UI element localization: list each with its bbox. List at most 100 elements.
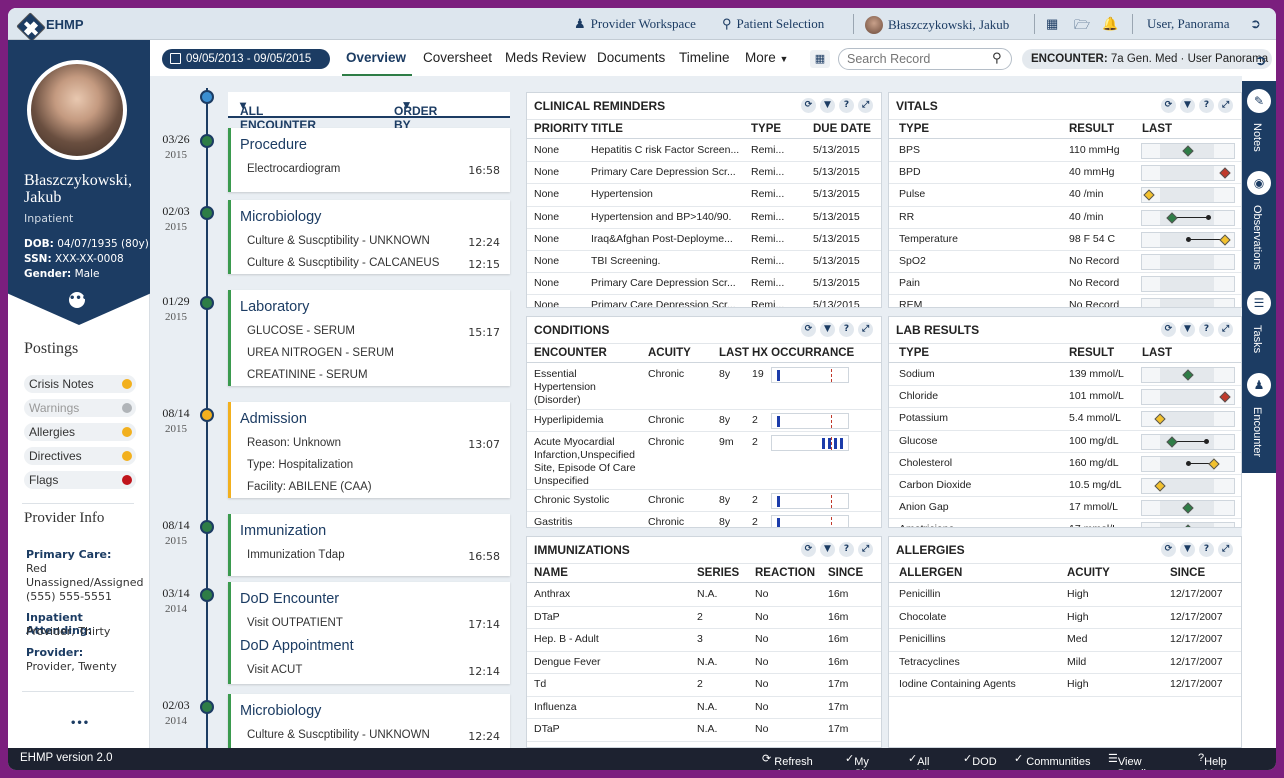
refresh-icon[interactable]: ⟳ [1161, 98, 1176, 113]
table-row[interactable]: Penicillin High 12/17/2007 [889, 584, 1241, 607]
filter-icon[interactable]: ▼ [1180, 322, 1195, 337]
expand-icon[interactable]: ⤢ [1218, 98, 1233, 113]
tab-coversheet[interactable]: Coversheet [423, 50, 492, 65]
table-row[interactable]: DTaP N.A. No 17m [527, 719, 881, 742]
table-row[interactable]: None Hepatitis C risk Factor Screen... Rem… [527, 140, 881, 163]
tab-documents[interactable]: Documents [597, 50, 665, 65]
table-row[interactable]: None Hypertension Remi... 5/13/2015 [527, 184, 881, 207]
table-row[interactable]: Anthrax N.A. No 16m [527, 584, 881, 607]
filter-icon[interactable]: ▼ [820, 98, 835, 113]
logout-button[interactable]: ➲ [1250, 16, 1261, 32]
table-row[interactable]: Chocolate High 12/17/2007 [889, 607, 1241, 629]
user-menu[interactable]: User, Panorama [1147, 16, 1230, 32]
tab-overview[interactable]: Overview [346, 50, 406, 65]
table-row[interactable]: Hyperlipidemia Chronic 8y 2 [527, 410, 881, 432]
encounter-exit-icon[interactable]: ➲ [1255, 53, 1267, 69]
help-icon[interactable]: ? [839, 322, 854, 337]
posting-warnings[interactable]: Warnings [24, 399, 136, 417]
table-row[interactable]: BPD 40 mmHg [889, 162, 1241, 185]
help-icon[interactable]: ? [1199, 322, 1214, 337]
table-row[interactable]: Essential Hypertension (Disorder) Chronic 8y… [527, 364, 881, 410]
tab-more[interactable]: More ▼ [745, 50, 788, 65]
refresh-icon[interactable]: ⟳ [1161, 542, 1176, 557]
table-row[interactable]: Dengue Fever N.A. No 16m [527, 652, 881, 674]
filter-icon[interactable]: ▼ [820, 542, 835, 557]
refresh-icon[interactable]: ⟳ [801, 322, 816, 337]
table-row[interactable]: Cholesterol 160 mg/dL [889, 453, 1241, 475]
folder-button[interactable]: 🗁 [1074, 16, 1090, 38]
my-site-toggle[interactable]: ✓ My Site [845, 752, 873, 770]
table-row[interactable]: Carbon Dioxide 10.5 mg/dL [889, 475, 1241, 498]
help-icon[interactable]: ? [1199, 98, 1214, 113]
expand-icon[interactable]: ⤢ [858, 98, 873, 113]
provider-workspace-link[interactable]: ♟ Provider Workspace [574, 16, 696, 32]
posting-crisis-notes[interactable]: Crisis Notes [24, 375, 136, 393]
tab-meds-review[interactable]: Meds Review [505, 50, 586, 65]
table-row[interactable]: None TBI Screening. Remi... 5/13/2015 [527, 251, 881, 274]
table-row[interactable]: None Iraq&Afghan Post-Deployme... Remi... 5… [527, 229, 881, 251]
search-icon[interactable]: ⚲ [992, 51, 1002, 66]
table-row[interactable]: Potassium 5.4 mmol/L [889, 408, 1241, 431]
expand-icon[interactable]: ⤢ [858, 542, 873, 557]
table-row[interactable]: Sodium 139 mmol/L [889, 364, 1241, 387]
timeline-event-card[interactable]: Microbiology Culture & Suscptibility - UN… [228, 200, 510, 274]
encounter-type-filter[interactable]: ALL ENCOUNTER TYPES ▾ [240, 98, 316, 146]
table-row[interactable]: Amatriciana 17 mmol/L [889, 519, 1241, 527]
patient-more-button[interactable]: ••• [69, 292, 88, 308]
help-icon[interactable]: ? [839, 98, 854, 113]
table-row[interactable]: Chloride 101 mmol/L [889, 386, 1241, 409]
workspace-manager-button[interactable]: ▦ [810, 50, 830, 68]
timeline-event-card[interactable]: Immunization Immunization Tdap 16:58 [228, 514, 510, 576]
encounter-context[interactable]: ENCOUNTER: 7a Gen. Med · User Panorama [1022, 49, 1272, 69]
table-row[interactable]: Tetracyclines Mild 12/17/2007 [889, 652, 1241, 674]
search-record-input[interactable] [838, 48, 1012, 70]
table-row[interactable]: RR 40 /min [889, 207, 1241, 229]
expand-icon[interactable]: ⤢ [1218, 322, 1233, 337]
refresh-icon[interactable]: ⟳ [801, 98, 816, 113]
table-row[interactable]: Hep. B - Adult 3 No 16m [527, 629, 881, 652]
dod-toggle[interactable]: ✓ DOD [963, 752, 997, 768]
table-row[interactable]: Pulse 40 /min [889, 184, 1241, 207]
table-row[interactable]: Td 2 No 17m [527, 674, 881, 697]
workspace-grid-button[interactable]: ▦ [1046, 16, 1058, 32]
table-row[interactable]: None Primary Care Depression Scr... Remi..… [527, 273, 881, 296]
refresh-data-button[interactable]: ⟳ Refresh data · [762, 752, 813, 770]
table-row[interactable]: None Primary Care Depression Scr... Remi..… [527, 162, 881, 185]
table-row[interactable]: Glucose 100 mg/dL [889, 431, 1241, 453]
table-row[interactable]: None Primary Care Depression Scr... Remi..… [527, 295, 881, 307]
table-row[interactable]: Penicillins Med 12/17/2007 [889, 629, 1241, 652]
timeline-event-card[interactable]: Admission Reason: Unknown 13:07 Type: Hospi… [228, 402, 510, 498]
refresh-icon[interactable]: ⟳ [801, 542, 816, 557]
date-range-button[interactable]: 09/05/2013 - 09/05/2015 [162, 49, 330, 69]
table-row[interactable]: Influenza N.A. No 17m [527, 697, 881, 719]
patient-selection-link[interactable]: ⚲ Patient Selection [722, 16, 824, 32]
communities-toggle[interactable]: ✓ Communities · [1014, 752, 1090, 768]
help-icon[interactable]: ? [1199, 542, 1214, 557]
filter-icon[interactable]: ▼ [820, 322, 835, 337]
order-by-filter[interactable]: ORDER BY DATE ▼ [394, 98, 437, 146]
posting-flags[interactable]: Flags [24, 471, 136, 489]
refresh-icon[interactable]: ⟳ [1161, 322, 1176, 337]
table-row[interactable]: Anion Gap 17 mmol/L [889, 497, 1241, 520]
timeline-event-card[interactable]: Procedure Electrocardiogram 16:58 [228, 128, 510, 192]
posting-allergies[interactable]: Allergies [24, 423, 136, 441]
timeline-event-card[interactable]: DoD Encounter Visit OUTPATIENT 17:14 DoD Ap… [228, 582, 510, 684]
filter-icon[interactable]: ▼ [1180, 98, 1195, 113]
table-row[interactable]: Temperature 98 F 54 C [889, 229, 1241, 251]
table-row[interactable]: Acute Myocardial Infarction,Unspecified Si… [527, 432, 881, 490]
help-mode-button[interactable]: ? Help Mode [1198, 752, 1232, 770]
table-row[interactable]: None Hypertension and BP>140/90. Remi... 5/… [527, 207, 881, 229]
expand-icon[interactable]: ⤢ [1218, 542, 1233, 557]
all-va-toggle[interactable]: ✓ All VA [908, 752, 931, 770]
table-row[interactable]: SpO2 No Record [889, 251, 1241, 274]
current-patient-link[interactable]: Błaszczykowski, Jakub [865, 16, 1009, 34]
table-row[interactable]: Iodine Containing Agents High 12/17/2007 [889, 674, 1241, 697]
timeline-event-card[interactable]: Microbiology Culture & Suscptibility - UN… [228, 694, 510, 765]
provider-info-more-button[interactable]: ••• [70, 718, 89, 729]
expand-icon[interactable]: ⤢ [858, 322, 873, 337]
help-icon[interactable]: ? [839, 542, 854, 557]
table-row[interactable]: Chronic Systolic Chronic 8y 2 [527, 490, 881, 512]
app-logo[interactable]: EHMP [16, 12, 84, 42]
table-row[interactable]: DTaP 2 No 16m [527, 607, 881, 629]
table-row[interactable]: REM No Record [889, 295, 1241, 307]
